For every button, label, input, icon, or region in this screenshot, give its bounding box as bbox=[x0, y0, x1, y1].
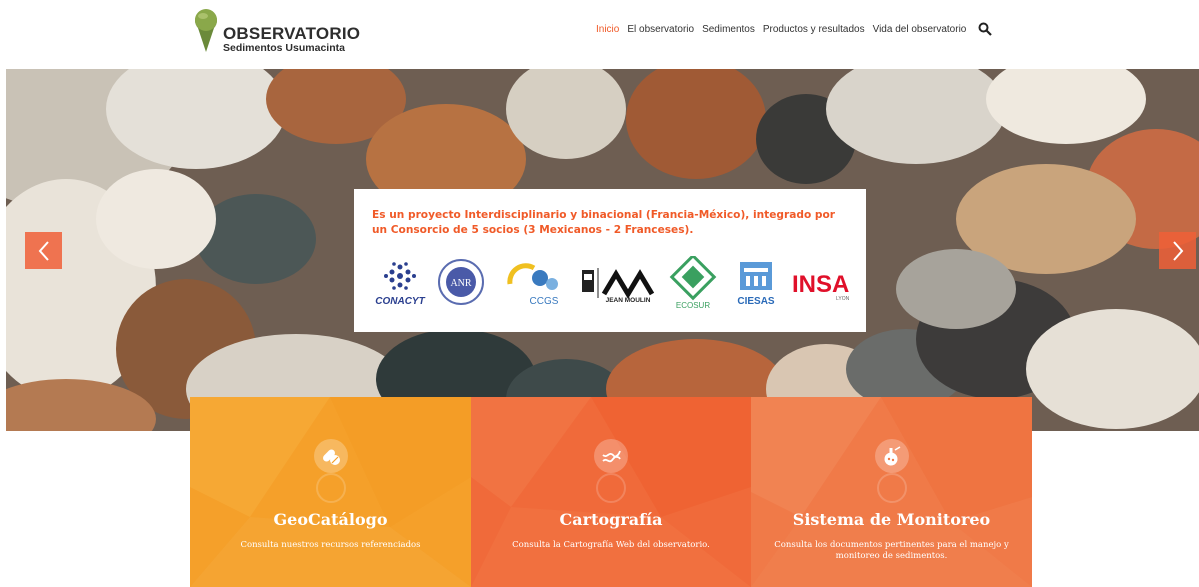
ecosur-logo: ECOSUR bbox=[669, 256, 717, 310]
jean-moulin-logo: JEAN MOULIN bbox=[582, 268, 655, 304]
site-logo[interactable]: OBSERVATORIO Sedimentos Usumacinta bbox=[194, 8, 360, 54]
card-description: Consulta nuestros recursos referenciados bbox=[240, 540, 421, 550]
dna-icon bbox=[594, 439, 628, 473]
map-pin-icon bbox=[195, 9, 217, 52]
feature-cards: GeoCatálogo Consulta nuestros recursos r… bbox=[190, 397, 1032, 587]
nav-productos-resultados[interactable]: Productos y resultados bbox=[763, 24, 865, 35]
conacyt-logo: CONACYT bbox=[375, 262, 426, 307]
svg-text:LYON: LYON bbox=[836, 296, 850, 302]
card-geocatalogo[interactable]: GeoCatálogo Consulta nuestros recursos r… bbox=[190, 397, 471, 587]
card-description: Consulta los documentos pertinentes para… bbox=[774, 540, 1009, 561]
svg-text:CONACYT: CONACYT bbox=[375, 296, 425, 307]
card-title: GeoCatálogo bbox=[273, 510, 388, 529]
watermark bbox=[876, 473, 907, 503]
card-sistema-monitoreo[interactable]: Sistema de Monitoreo Consulta los docume… bbox=[751, 397, 1032, 587]
chevron-right-icon bbox=[1172, 240, 1183, 261]
partner-logos: CONACYT ANR CCGS JEAN MOULIN ECOSUR CIES… bbox=[372, 256, 852, 316]
nav-sedimentos[interactable]: Sedimentos bbox=[702, 24, 755, 35]
watermark bbox=[315, 473, 346, 503]
ciesas-logo: CIESAS bbox=[737, 262, 775, 307]
card-title: Sistema de Monitoreo bbox=[792, 510, 991, 529]
card-cartografia[interactable]: Cartografía Consulta la Cartografía Web … bbox=[471, 397, 751, 587]
svg-text:ANR: ANR bbox=[450, 278, 471, 289]
main-nav: Inicio El observatorio Sedimentos Produc… bbox=[596, 22, 993, 36]
logo-subtitle: Sedimentos Usumacinta bbox=[223, 42, 345, 54]
project-description: Es un proyecto Interdisciplinario y bina… bbox=[372, 209, 836, 236]
ccgs-logo: CCGS bbox=[507, 263, 559, 307]
svg-text:ECOSUR: ECOSUR bbox=[676, 301, 710, 310]
nav-el-observatorio[interactable]: El observatorio bbox=[627, 24, 694, 35]
watermark bbox=[596, 473, 626, 503]
nav-inicio[interactable]: Inicio bbox=[596, 24, 619, 35]
flask-icon bbox=[874, 439, 909, 473]
slider-prev-button[interactable] bbox=[25, 232, 62, 269]
slider-next-button[interactable] bbox=[1159, 232, 1196, 269]
svg-text:JEAN MOULIN: JEAN MOULIN bbox=[606, 297, 651, 304]
partners-info-box: Es un proyecto Interdisciplinario y bina… bbox=[354, 189, 866, 332]
chevron-left-icon bbox=[38, 240, 49, 261]
pill-icon bbox=[313, 439, 348, 473]
logo-title: OBSERVATORIO bbox=[223, 24, 361, 43]
svg-text:CIESAS: CIESAS bbox=[737, 296, 775, 307]
nav-vida-observatorio[interactable]: Vida del observatorio bbox=[873, 24, 967, 35]
svg-text:CCGS: CCGS bbox=[530, 296, 559, 307]
site-header: OBSERVATORIO Sedimentos Usumacinta Inici… bbox=[0, 0, 1199, 69]
search-icon[interactable] bbox=[978, 22, 993, 36]
svg-text:INSA: INSA bbox=[792, 271, 849, 298]
hero-slider: Es un proyecto Interdisciplinario y bina… bbox=[6, 69, 1199, 431]
card-description: Consulta la Cartografía Web del observat… bbox=[512, 540, 710, 550]
anr-logo: ANR bbox=[438, 259, 484, 305]
card-title: Cartografía bbox=[559, 510, 663, 529]
insa-logo: INSA LYON bbox=[792, 271, 850, 302]
